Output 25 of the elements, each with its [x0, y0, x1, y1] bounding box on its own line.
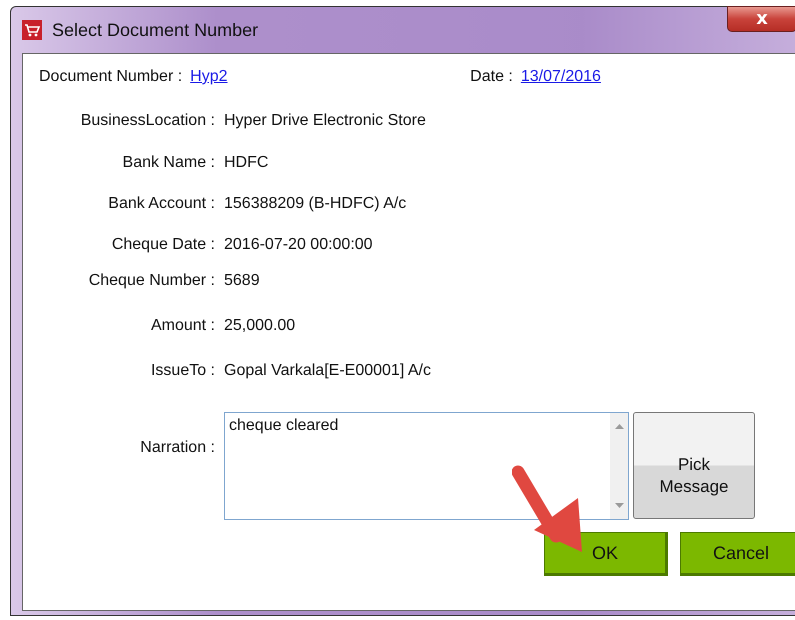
field-value: 5689 — [224, 272, 260, 290]
field-label: Bank Name : — [122, 154, 215, 172]
field-value: 156388209 (B-HDFC) A/c — [224, 195, 406, 213]
cart-icon — [22, 20, 42, 40]
field-value: Hyper Drive Electronic Store — [224, 112, 426, 130]
pick-message-button[interactable]: Pick Message — [633, 412, 755, 519]
field-value: 2016-07-20 00:00:00 — [224, 236, 373, 254]
dialog-button[interactable]: Cancel — [680, 532, 795, 576]
document-number-link[interactable]: Hyp2 — [190, 68, 440, 86]
dialog-button[interactable]: OK — [544, 532, 668, 576]
field-value: 25,000.00 — [224, 317, 296, 335]
field-value: Gopal Varkala[E-E00001] A/c — [224, 362, 431, 380]
field-label: IssueTo : — [150, 362, 215, 380]
field-label: Bank Account : — [107, 195, 215, 213]
field-value: HDFC — [224, 154, 268, 172]
field-label: Document Number : — [39, 68, 182, 86]
field-label: Date : — [470, 68, 513, 86]
field-label: Narration : — [139, 439, 215, 457]
field-label: Cheque Date : — [110, 236, 215, 254]
date-link[interactable]: 13/07/2016 — [520, 68, 601, 86]
close-button[interactable]: x — [727, 6, 795, 32]
field-label: Amount : — [150, 317, 215, 335]
field-label: Cheque Number : — [88, 272, 215, 290]
window-title: Select Document Number — [52, 20, 258, 40]
field-label: BusinessLocation : — [80, 112, 215, 130]
